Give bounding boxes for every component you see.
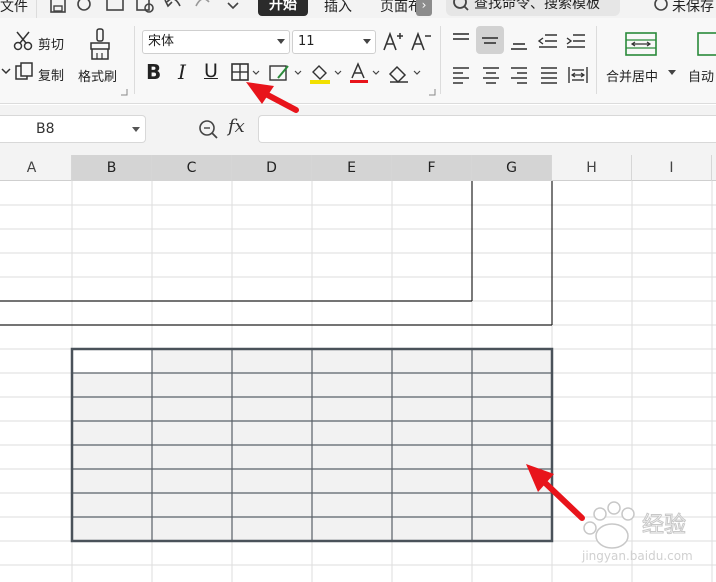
clear-format-icon[interactable]	[386, 62, 426, 84]
formula-input[interactable]	[258, 115, 716, 143]
formula-bar: B8 fx	[0, 105, 716, 155]
font-name-value: 宋体	[148, 34, 175, 49]
underline-button[interactable]: U	[204, 60, 218, 82]
borders-icon[interactable]	[230, 62, 260, 84]
increase-indent-icon[interactable]	[564, 30, 588, 52]
column-header-row: ABCDEFGHI	[0, 155, 716, 181]
auto-wrap-icon[interactable]	[696, 30, 716, 58]
column-header-i[interactable]: I	[632, 155, 712, 181]
menu-file[interactable]: 文件	[0, 0, 28, 16]
ribbon-toolbar: 剪切 复制 格式刷 宋体 11 B I U 合并居中 自动	[0, 18, 716, 104]
auto-wrap-button[interactable]: 自动	[688, 66, 714, 85]
chevron-down-icon[interactable]	[224, 0, 242, 14]
tab-insert[interactable]: 插入	[324, 0, 352, 16]
increase-font-size-icon[interactable]	[382, 30, 404, 52]
font-size-value: 11	[298, 34, 315, 49]
tabs-scroll-right-icon[interactable]: ›	[416, 0, 432, 16]
column-header-b[interactable]: B	[72, 155, 152, 181]
align-bottom-icon[interactable]	[508, 30, 530, 52]
align-middle-icon	[482, 37, 498, 44]
column-header-a[interactable]: A	[0, 155, 72, 181]
font-size-select[interactable]: 11	[292, 30, 376, 54]
align-center-icon[interactable]	[480, 64, 502, 86]
column-header-f[interactable]: F	[392, 155, 472, 181]
cut-button[interactable]: 剪切	[38, 34, 64, 53]
save-icon[interactable]	[48, 0, 68, 14]
svg-text:jingyan.baidu.com: jingyan.baidu.com	[581, 549, 693, 563]
search-placeholder: 查找命令、搜索模板	[474, 0, 600, 12]
clipboard-launcher-icon[interactable]	[120, 88, 128, 96]
tab-page-layout[interactable]: 页面布	[380, 0, 420, 16]
column-header-e[interactable]: E	[312, 155, 392, 181]
active-cell	[72, 349, 152, 373]
align-left-icon[interactable]	[450, 64, 472, 86]
chevron-down-icon	[277, 39, 285, 44]
save-status: 未保存	[672, 0, 714, 15]
merge-center-button[interactable]: 合并居中	[606, 66, 658, 85]
undo-icon[interactable]	[162, 0, 184, 14]
fill-color-icon[interactable]	[308, 62, 342, 84]
cell-reference: B8	[36, 121, 55, 137]
print-preview-icon[interactable]	[104, 0, 126, 14]
bold-button[interactable]: B	[146, 60, 161, 84]
column-header-c[interactable]: C	[152, 155, 232, 181]
zoom-function-icon[interactable]	[198, 119, 220, 141]
cell-style-icon[interactable]	[268, 62, 302, 84]
distributed-align-icon[interactable]	[566, 64, 590, 86]
search-command-box[interactable]: 查找命令、搜索模板	[446, 0, 620, 16]
italic-button[interactable]: I	[178, 60, 186, 84]
menu-bar: 文件 开始 插入 页面布 › 查找命令、搜索模板 未保存	[0, 0, 716, 18]
format-painter-button[interactable]: 格式刷	[78, 66, 117, 85]
align-right-icon[interactable]	[508, 64, 530, 86]
paste-dropdown-icon[interactable]	[0, 64, 12, 78]
preview-icon[interactable]	[134, 0, 156, 14]
font-launcher-icon[interactable]	[428, 88, 436, 96]
copy-icon[interactable]	[14, 62, 36, 82]
column-header-g[interactable]: G	[472, 155, 552, 181]
redo-icon[interactable]	[192, 0, 214, 14]
column-header-h[interactable]: H	[552, 155, 632, 181]
align-middle-button[interactable]	[476, 26, 504, 54]
copy-button[interactable]: 复制	[38, 65, 64, 84]
baidu-watermark-logo: 经验 jingyan.baidu.com	[581, 501, 693, 563]
chevron-down-icon[interactable]	[668, 70, 676, 76]
scissors-icon[interactable]	[12, 30, 34, 52]
font-color-icon[interactable]	[348, 62, 382, 84]
chevron-down-icon	[132, 127, 140, 132]
merge-center-icon[interactable]	[624, 30, 658, 58]
column-header-d[interactable]: D	[232, 155, 312, 181]
name-box[interactable]: B8	[0, 115, 146, 143]
font-name-select[interactable]: 宋体	[142, 30, 290, 54]
justify-icon[interactable]	[538, 64, 560, 86]
tab-home[interactable]: 开始	[258, 0, 308, 16]
insert-function-button[interactable]: fx	[228, 116, 245, 137]
svg-text:经验: 经验	[642, 513, 686, 538]
decrease-indent-icon[interactable]	[536, 30, 560, 52]
cloud-icon	[654, 0, 668, 11]
format-painter-icon[interactable]	[88, 27, 112, 61]
chevron-down-icon	[363, 39, 371, 44]
print-icon[interactable]	[76, 0, 96, 14]
search-icon	[453, 0, 469, 11]
align-top-icon[interactable]	[450, 30, 472, 52]
decrease-font-size-icon[interactable]	[410, 30, 432, 52]
